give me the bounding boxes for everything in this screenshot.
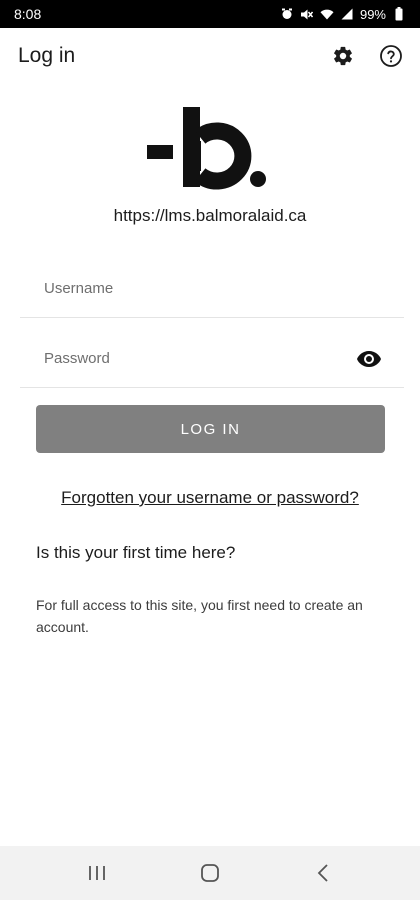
signal-icon [340, 7, 354, 21]
password-field [20, 330, 404, 388]
signup-heading: Is this your first time here? [36, 543, 236, 562]
app-actions [330, 43, 404, 69]
system-nav-bar [0, 846, 420, 900]
status-icons: 99% [280, 7, 406, 22]
battery-percent: 99% [359, 6, 386, 22]
username-input[interactable] [44, 280, 344, 297]
signup-info-text: For full access to this site, you first … [36, 597, 363, 635]
password-input[interactable] [44, 350, 344, 367]
site-url: https://lms.balmoralaid.ca [113, 206, 307, 225]
wifi-icon [320, 7, 334, 21]
page-title: Log in [18, 44, 76, 67]
status-bar: 8:08 99% [0, 0, 420, 28]
status-time: 8:08 [14, 6, 42, 22]
battery-icon [392, 7, 406, 21]
username-field [20, 260, 404, 318]
login-button[interactable]: LOG IN [36, 405, 385, 453]
alarm-icon [280, 7, 294, 21]
back-icon[interactable] [303, 853, 343, 893]
recents-icon[interactable] [77, 853, 117, 893]
app-bar: Log in [0, 28, 420, 84]
help-icon[interactable] [378, 43, 404, 69]
gear-icon[interactable] [330, 43, 356, 69]
home-icon[interactable] [190, 853, 230, 893]
forgot-password-link[interactable]: Forgotten your username or password? [0, 488, 420, 508]
site-logo [0, 98, 420, 194]
mute-icon [300, 7, 314, 21]
eye-icon[interactable] [356, 347, 382, 371]
